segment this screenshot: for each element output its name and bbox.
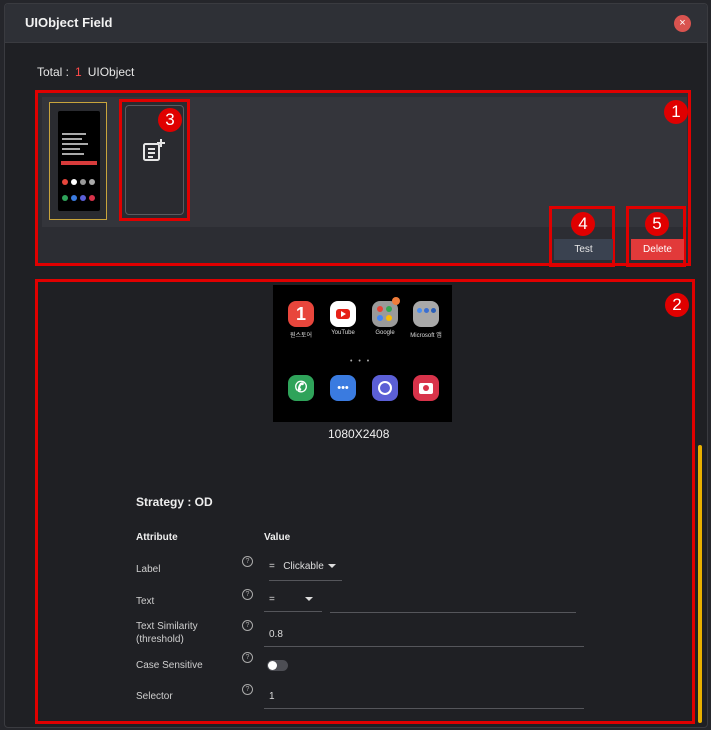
label-help-icon[interactable]: ? [242,556,253,567]
marker-5: 5 [645,212,669,236]
google-folder-icon [372,297,400,327]
phone-icon: ✆ [288,375,314,401]
microsoft-folder-icon [413,301,439,327]
text-help-icon[interactable]: ? [242,589,253,600]
case-sensitive-toggle[interactable] [267,660,288,671]
strategy-label: Strategy : OD [136,495,213,509]
total-count: 1 [75,65,82,79]
app-youtube: YouTube [327,301,359,336]
marker-3: 3 [158,108,182,132]
case-sensitive-label: Case Sensitive [136,660,203,671]
scrollbar[interactable] [698,445,702,723]
test-button[interactable]: Test [554,239,613,260]
add-note-icon [143,139,165,161]
onestore-icon: 1 [288,301,314,327]
label-attribute-label: Label [136,564,161,575]
label-value-select[interactable]: = Clickable [269,558,342,581]
thumbnail-screen-image [58,111,100,211]
value-header: Value [264,532,291,543]
total-prefix: Total : [37,65,70,79]
app-internet [369,375,401,401]
selector-help-icon[interactable]: ? [242,684,253,695]
case-help-icon[interactable]: ? [242,652,253,663]
test-action-box: 4 Test [549,206,615,267]
add-uiobject-card[interactable]: 3 [119,99,190,221]
selector-input[interactable]: 1 [264,685,584,709]
chevron-down-icon [304,597,313,602]
app-microsoft-folder: Microsoft 앱 [410,301,442,339]
text-similarity-label: Text Similarity (threshold) [136,621,198,645]
youtube-icon [330,301,356,327]
uiobject-list-panel: 3 4 Test 5 Delete 1 [35,90,691,267]
camera-icon [413,375,439,401]
uiobject-thumbnail[interactable] [49,102,107,220]
chevron-down-icon [327,564,336,569]
dialog-titlebar: UIObject Field × [5,4,707,43]
uiobject-detail-panel: 2 1 원스토어 YouTube Google Microsoft 앱 • • … [35,279,695,724]
uiobject-field-dialog: UIObject Field × Total : 1 UIObject 3 4 T… [4,3,708,728]
selector-label: Selector [136,691,173,702]
text-attribute-label: Text [136,596,155,607]
total-summary: Total : 1 UIObject [37,65,134,79]
app-camera [410,375,442,401]
close-button[interactable]: × [674,15,691,32]
screen-resolution: 1080X2408 [328,427,390,441]
screen-preview: 1 원스토어 YouTube Google Microsoft 앱 • • • … [273,285,452,422]
dialog-title: UIObject Field [25,15,113,30]
page-indicator: • • • [350,358,372,365]
similarity-threshold-input[interactable]: 0.8 [264,623,584,647]
marker-1: 1 [664,100,688,124]
internet-icon [372,375,398,401]
text-value-input[interactable] [330,591,576,613]
marker-4: 4 [571,212,595,236]
total-suffix: UIObject [87,65,135,79]
app-phone: ✆ [285,375,317,401]
marker-2: 2 [665,293,689,317]
app-onestore: 1 원스토어 [285,301,317,339]
app-google-folder: Google [369,297,401,336]
messages-icon: ••• [330,375,356,401]
attribute-header: Attribute [136,532,178,543]
similarity-help-icon[interactable]: ? [242,620,253,631]
text-operator-select[interactable]: = [264,591,322,612]
app-messages: ••• [327,375,359,401]
delete-action-box: 5 Delete [626,206,686,267]
delete-button[interactable]: Delete [631,239,684,260]
